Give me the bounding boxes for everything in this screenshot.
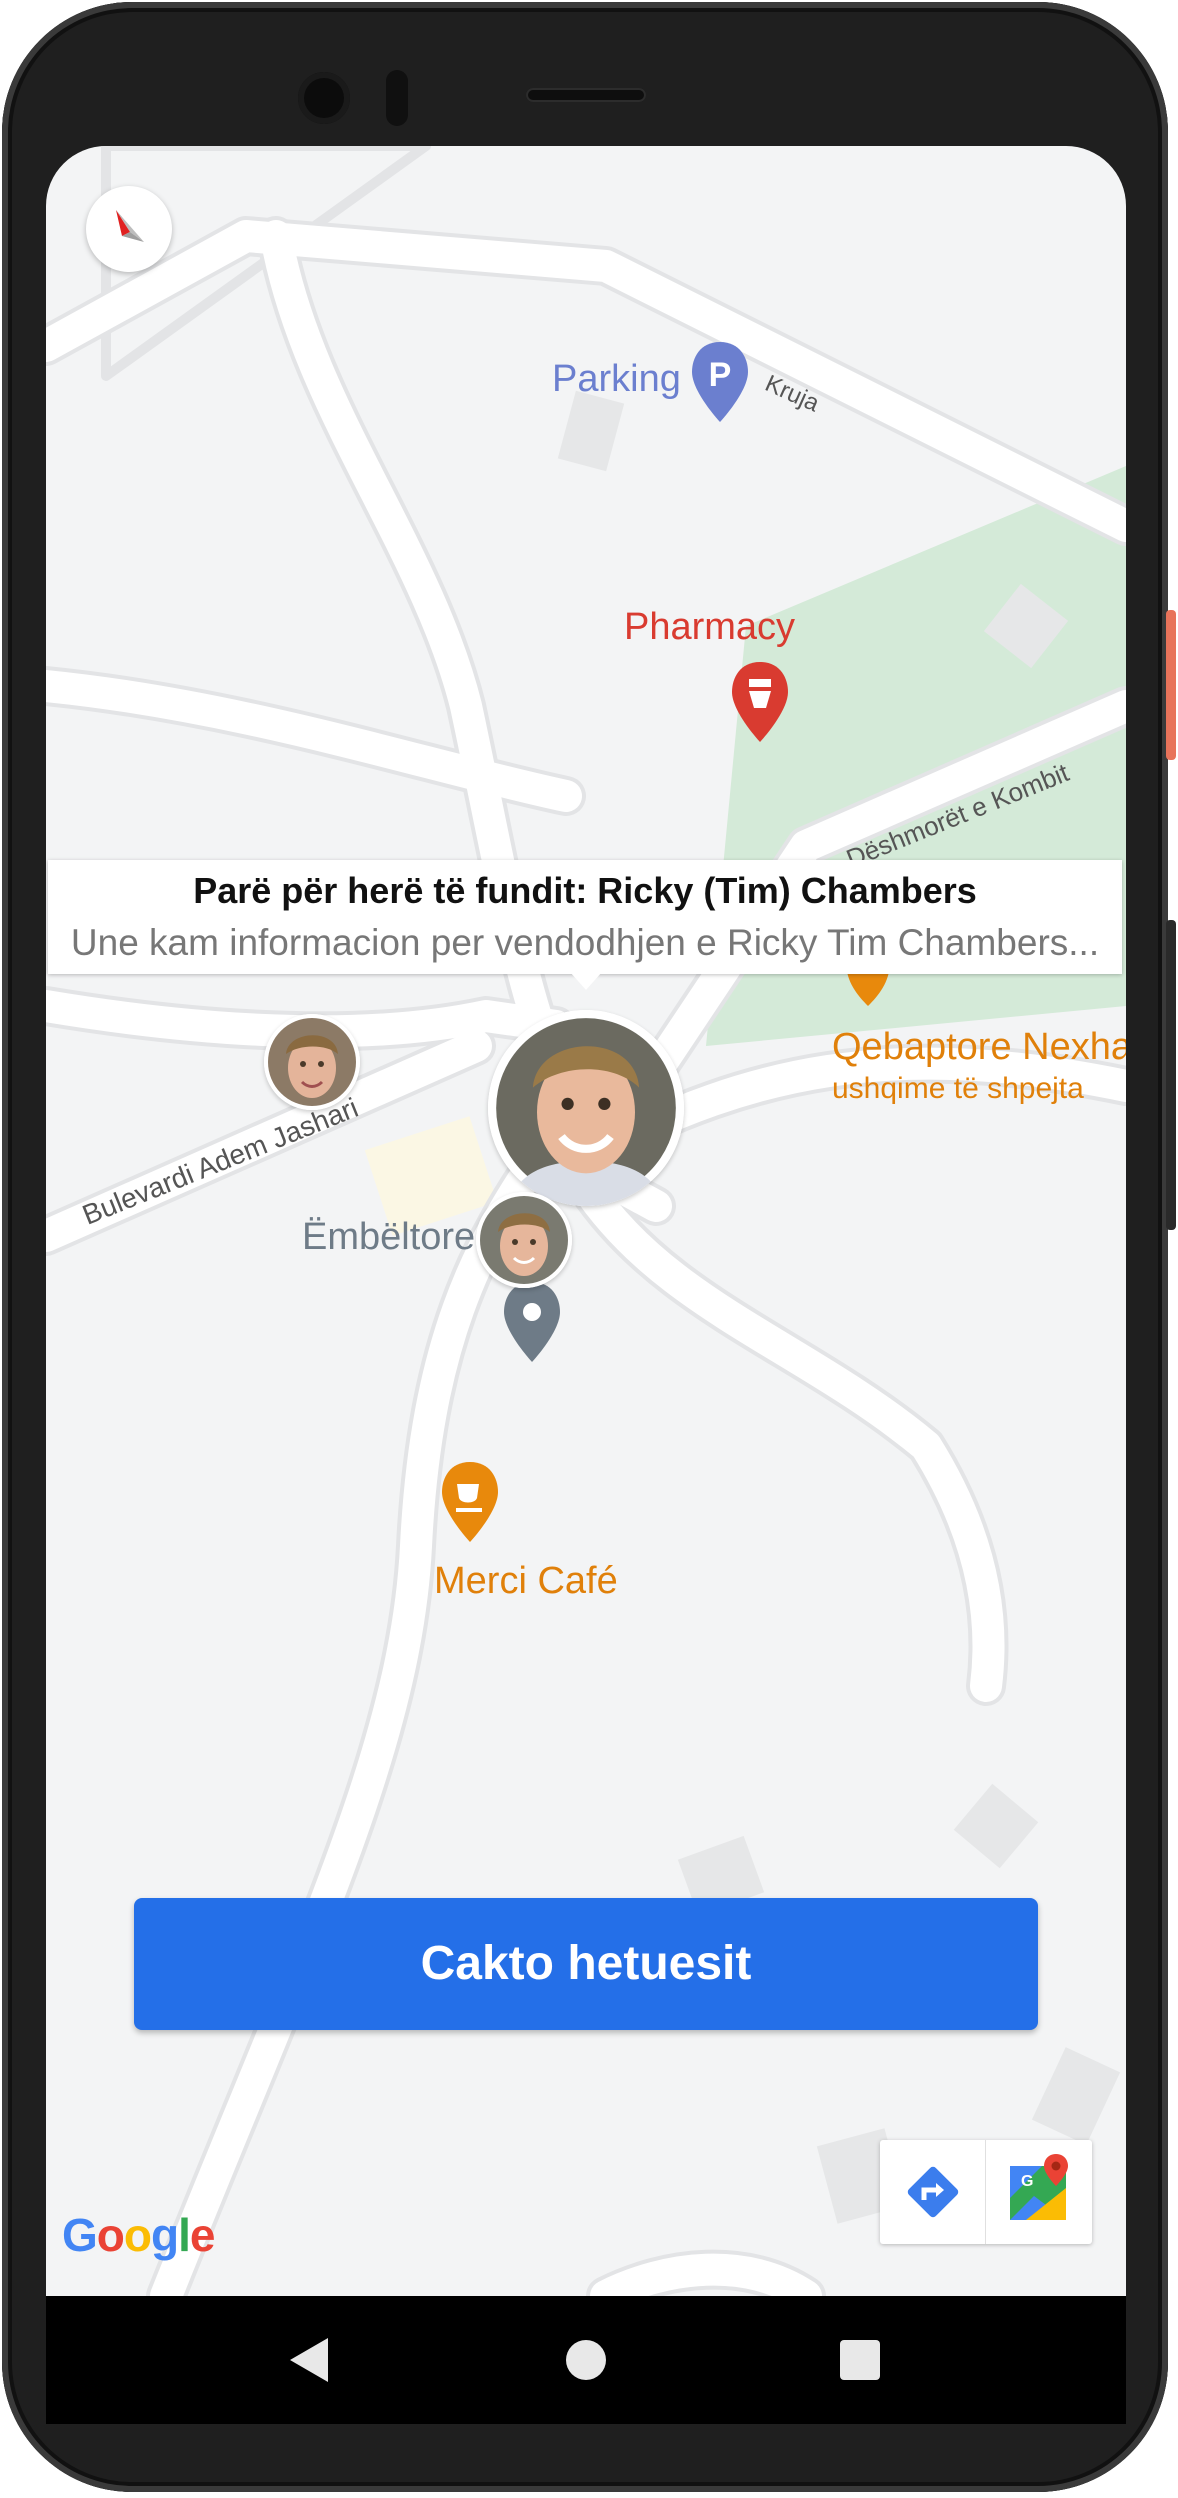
parking-pin-icon: P	[692, 342, 748, 422]
directions-icon	[907, 2166, 959, 2218]
person-marker-small[interactable]	[476, 1192, 572, 1288]
merci-cafe-label: Merci Café	[434, 1560, 618, 1602]
earpiece-speaker	[526, 88, 646, 102]
google-logo: Google	[62, 2209, 215, 2261]
info-window[interactable]: Parë për herë të fundit: Ricky (Tim) Cha…	[48, 860, 1122, 974]
dessert-pin-icon	[504, 1282, 560, 1362]
cafe-pin-icon	[442, 1462, 498, 1542]
compass-icon	[116, 210, 144, 242]
person-photo	[476, 1192, 572, 1288]
qebaptore-category: ushqime të shpejta	[832, 1072, 1084, 1105]
person-marker-selected[interactable]	[488, 1010, 684, 1206]
nav-home-button[interactable]	[546, 2320, 626, 2400]
embeltore-label: Ëmbëltore	[302, 1216, 476, 1258]
system-navigation-bar	[46, 2296, 1126, 2424]
building	[953, 1783, 1039, 1869]
back-icon	[290, 2338, 328, 2382]
map-toolbar: G	[880, 2140, 1092, 2244]
nav-back-button[interactable]	[272, 2320, 352, 2400]
compass-button[interactable]	[86, 186, 172, 272]
open-in-maps-button[interactable]: G	[986, 2140, 1092, 2244]
building	[557, 390, 625, 472]
pharmacy-label: Pharmacy	[624, 606, 796, 648]
nav-recents-button[interactable]	[820, 2320, 900, 2400]
phone-frame: P Parking Kruja Pharmacy Dëshmorët e Kom…	[0, 0, 1178, 2498]
map-view[interactable]: P Parking Kruja Pharmacy Dëshmorët e Kom…	[46, 146, 1126, 2296]
building	[1031, 2047, 1121, 2145]
parking-label: Parking	[552, 358, 681, 400]
directions-button[interactable]	[880, 2140, 986, 2244]
google-maps-icon: G	[1010, 2154, 1068, 2220]
info-window-snippet: Une kam informacion per vendodhjen e Ric…	[70, 922, 1100, 963]
qebaptore-label: Qebaptore Nexhat	[832, 1026, 1126, 1068]
person-marker-small[interactable]	[264, 1014, 360, 1110]
svg-text:P: P	[709, 356, 732, 394]
power-button	[1166, 610, 1176, 760]
info-window-pointer	[570, 972, 602, 990]
svg-text:G: G	[1021, 2173, 1033, 2190]
home-icon	[566, 2340, 606, 2380]
sensor	[386, 70, 408, 126]
recents-icon	[840, 2340, 880, 2380]
front-camera	[298, 72, 350, 124]
info-window-title: Parë për herë të fundit: Ricky (Tim) Cha…	[193, 870, 977, 911]
assign-investigators-button[interactable]: Cakto hetuesit	[134, 1898, 1038, 2030]
person-photo	[488, 1010, 684, 1206]
volume-button	[1166, 920, 1176, 1230]
person-photo	[264, 1014, 360, 1110]
